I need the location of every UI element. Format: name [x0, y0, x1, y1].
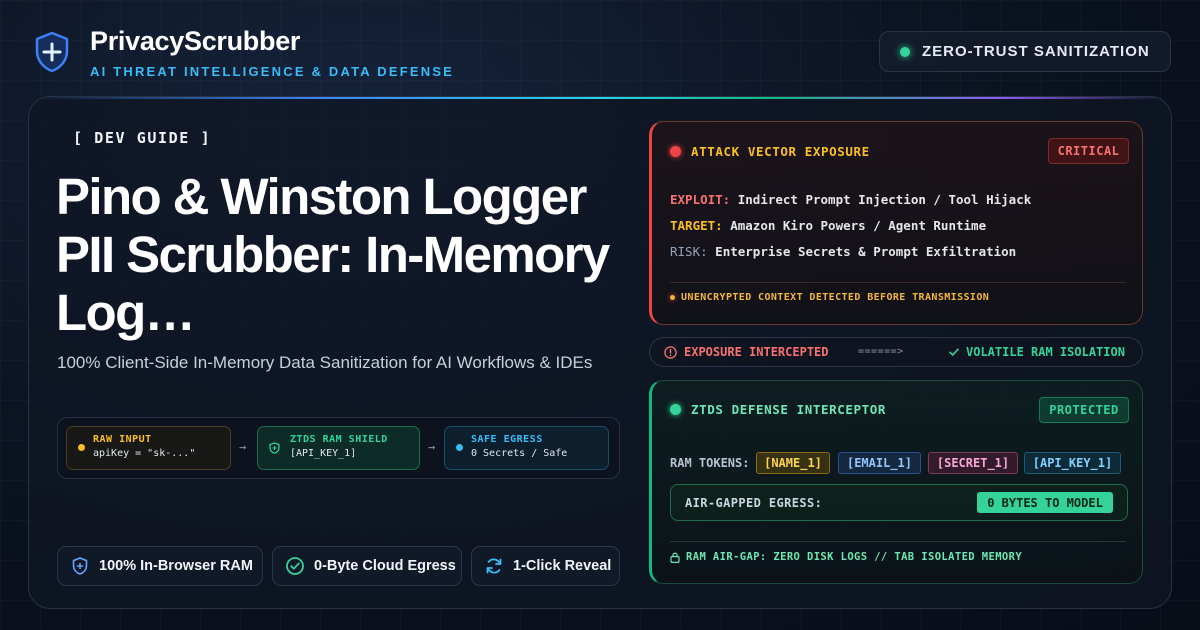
status-dot-icon [670, 404, 681, 415]
token-chip-api-key: [API_KEY_1] [1024, 452, 1121, 474]
flow-step-label: RAW INPUT [93, 434, 152, 445]
flow-step-label: SAFE EGRESS [471, 434, 543, 445]
amber-dot-icon [78, 444, 85, 451]
flow-step-ram-shield: ZTDS RAM SHIELD [API_KEY_1] [257, 426, 420, 470]
flow-step-value: [API_KEY_1] [290, 448, 357, 459]
page-subtitle: 100% Client-Side In-Memory Data Sanitiza… [57, 353, 593, 372]
alert-dot-icon [670, 146, 681, 157]
flow-step-value: apiKey = "sk-..." [93, 448, 196, 459]
attack-row-key: TARGET: [670, 218, 723, 233]
feature-pill-label: 1-Click Reveal [513, 558, 612, 574]
lock-icon [670, 552, 680, 563]
blue-dot-icon [456, 444, 463, 451]
shield-plus-icon [72, 557, 88, 575]
attack-card-header: ATTACK VECTOR EXPOSURE [670, 144, 870, 159]
attack-row-key: RISK: [670, 244, 708, 259]
attack-row-value: Enterprise Secrets & Prompt Exfiltration [715, 244, 1017, 259]
zero-trust-badge-label: ZERO-TRUST SANITIZATION [922, 43, 1150, 60]
air-gapped-egress-box: AIR-GAPPED EGRESS: 0 BYTES TO MODEL [670, 484, 1128, 521]
feature-pill-label: 100% In-Browser RAM [99, 558, 253, 574]
defense-footer-text: RAM AIR-GAP: ZERO DISK LOGS // TAB ISOLA… [686, 551, 1023, 563]
token-chip-email: [EMAIL_1] [838, 452, 921, 474]
defense-card-header: ZTDS DEFENSE INTERCEPTOR [670, 402, 886, 417]
flow-step-raw-input: RAW INPUT apiKey = "sk-..." [66, 426, 231, 470]
brand-name: PrivacyScrubber [90, 26, 301, 56]
feature-pill-reveal: 1-Click Reveal [471, 546, 620, 586]
ram-isolation-label: VOLATILE RAM ISOLATION [966, 345, 1125, 359]
status-dot-icon [900, 46, 910, 57]
check-circle-icon [286, 557, 304, 575]
feature-pill-cloud-egress: 0-Byte Cloud Egress [272, 546, 462, 586]
attack-card-footer: UNENCRYPTED CONTEXT DETECTED BEFORE TRAN… [670, 292, 989, 303]
exposure-intercepted-label: EXPOSURE INTERCEPTED [684, 345, 829, 359]
attack-row-value: Indirect Prompt Injection / Tool Hijack [737, 192, 1032, 207]
divider [670, 282, 1126, 283]
exposure-intercepted-status: EXPOSURE INTERCEPTED [664, 345, 829, 359]
egress-value-badge: 0 BYTES TO MODEL [977, 492, 1113, 513]
feature-pill-in-browser-ram: 100% In-Browser RAM [57, 546, 263, 586]
eyebrow-label: [ DEV GUIDE ] [73, 129, 212, 147]
attack-row-exploit: EXPLOIT: Indirect Prompt Injection / Too… [670, 192, 1031, 207]
brand-tagline: AI THREAT INTELLIGENCE & DATA DEFENSE [90, 64, 455, 79]
attack-footer-text: UNENCRYPTED CONTEXT DETECTED BEFORE TRAN… [681, 292, 990, 303]
alert-circle-icon [664, 345, 677, 359]
defense-card-title: ZTDS DEFENSE INTERCEPTOR [691, 402, 887, 417]
flow-arrow-text: ======> [858, 346, 904, 357]
critical-badge: CRITICAL [1048, 138, 1129, 164]
ram-tokens-label: RAM TOKENS: [670, 456, 750, 470]
refresh-icon [486, 558, 502, 574]
egress-label: AIR-GAPPED EGRESS: [685, 496, 823, 510]
attack-row-key: EXPLOIT: [670, 192, 731, 207]
ram-isolation-status: VOLATILE RAM ISOLATION [948, 345, 1125, 359]
protected-badge: PROTECTED [1039, 397, 1129, 423]
intercept-status-bar: EXPOSURE INTERCEPTED ======> VOLATILE RA… [649, 337, 1143, 367]
defense-interceptor-card: ZTDS DEFENSE INTERCEPTOR PROTECTED RAM T… [649, 380, 1143, 584]
arrow-right-icon: → [239, 440, 247, 454]
divider [670, 541, 1126, 542]
flow-step-safe-egress: SAFE EGRESS 0 Secrets / Safe [444, 426, 609, 470]
shield-logo-icon [35, 31, 69, 73]
zero-trust-badge: ZERO-TRUST SANITIZATION [879, 31, 1171, 72]
attack-row-risk: RISK: Enterprise Secrets & Prompt Exfilt… [670, 244, 1016, 259]
flow-step-value: 0 Secrets / Safe [471, 448, 568, 459]
shield-icon [269, 442, 280, 454]
attack-vector-card: ATTACK VECTOR EXPOSURE CRITICAL EXPLOIT:… [649, 121, 1143, 325]
feature-pill-label: 0-Byte Cloud Egress [314, 558, 456, 574]
attack-card-title: ATTACK VECTOR EXPOSURE [691, 144, 870, 159]
attack-row-value: Amazon Kiro Powers / Agent Runtime [730, 218, 987, 233]
page-title: Pino & Winston Logger PII Scrubber: In-M… [56, 168, 610, 341]
flow-step-label: ZTDS RAM SHIELD [290, 434, 388, 445]
arrow-right-icon: → [428, 440, 436, 454]
token-chip-name: [NAME_1] [756, 452, 830, 474]
defense-card-footer: RAM AIR-GAP: ZERO DISK LOGS // TAB ISOLA… [670, 551, 1022, 563]
attack-row-target: TARGET: Amazon Kiro Powers / Agent Runti… [670, 218, 986, 233]
check-icon [949, 348, 959, 356]
token-chip-secret: [SECRET_1] [928, 452, 1018, 474]
amber-dot-icon [670, 295, 675, 300]
